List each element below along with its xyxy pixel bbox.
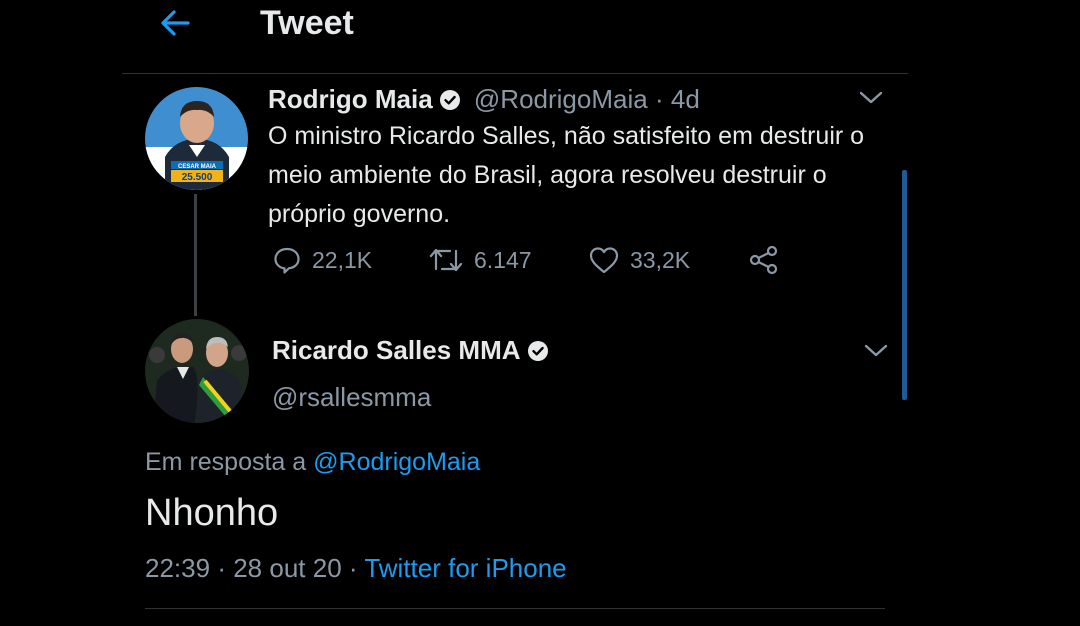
parent-tweet-text: O ministro Ricardo Salles, não satisfeit… xyxy=(268,122,865,228)
tweet-meta: 22:39 · 28 out 20 · Twitter for iPhone xyxy=(145,553,567,584)
share-button[interactable] xyxy=(748,243,780,277)
chevron-down-icon xyxy=(864,344,888,357)
avatar-rodrigo-maia[interactable]: CESAR MAIA 25.500 xyxy=(145,87,248,190)
share-icon xyxy=(749,245,778,275)
reply-count: 22,1K xyxy=(312,246,373,273)
main-tweet-author: Ricardo Salles MMA xyxy=(272,335,549,366)
header-divider xyxy=(122,73,908,74)
parent-tweet-menu-button[interactable] xyxy=(858,88,884,106)
page-title: Tweet xyxy=(260,4,354,42)
scrollbar[interactable] xyxy=(902,170,907,400)
retweet-button[interactable]: 6.147 xyxy=(428,243,532,277)
chevron-down-icon xyxy=(859,91,883,104)
like-count: 33,2K xyxy=(630,246,691,273)
avatar-text-1: CESAR MAIA xyxy=(178,164,217,170)
parent-tweet-header: Rodrigo Maia @RodrigoMaia · 4d xyxy=(268,84,700,115)
reply-icon xyxy=(274,247,300,274)
main-tweet-text: Nhonho xyxy=(145,492,279,534)
reply-prefix: Em resposta a xyxy=(145,448,307,476)
verified-badge-icon xyxy=(527,340,549,362)
avatar-ricardo-salles[interactable] xyxy=(145,319,249,423)
like-button[interactable]: 33,2K xyxy=(588,243,690,277)
parent-author-name[interactable]: Rodrigo Maia xyxy=(268,84,433,114)
verified-badge-icon xyxy=(439,87,461,110)
tweet-source-link[interactable]: Twitter for iPhone xyxy=(364,553,566,583)
meta-dot: · xyxy=(348,553,358,583)
meta-dot: · xyxy=(217,553,226,583)
separator-dot: · xyxy=(654,84,664,114)
reply-to-link[interactable]: @RodrigoMaia xyxy=(313,448,480,476)
like-icon xyxy=(589,247,619,274)
parent-tweet-age[interactable]: 4d xyxy=(671,84,700,114)
back-button[interactable] xyxy=(158,6,192,40)
bottom-divider xyxy=(145,608,885,609)
main-author-handle[interactable]: @rsallesmma xyxy=(272,382,431,413)
retweet-icon xyxy=(429,248,463,272)
tweet-date: 28 out 20 xyxy=(233,553,342,583)
back-arrow-icon xyxy=(161,10,190,36)
avatar-text-2: 25.500 xyxy=(182,172,213,183)
tweet-time: 22:39 xyxy=(145,553,211,583)
main-author-name[interactable]: Ricardo Salles MMA xyxy=(272,335,521,365)
retweet-count: 6.147 xyxy=(474,246,532,273)
reply-button[interactable]: 22,1K xyxy=(272,243,372,277)
parent-author-handle[interactable]: @RodrigoMaia xyxy=(474,84,648,114)
main-tweet-menu-button[interactable] xyxy=(863,341,889,359)
thread-connector xyxy=(194,194,197,316)
reply-context: Em resposta a @RodrigoMaia xyxy=(145,448,480,477)
